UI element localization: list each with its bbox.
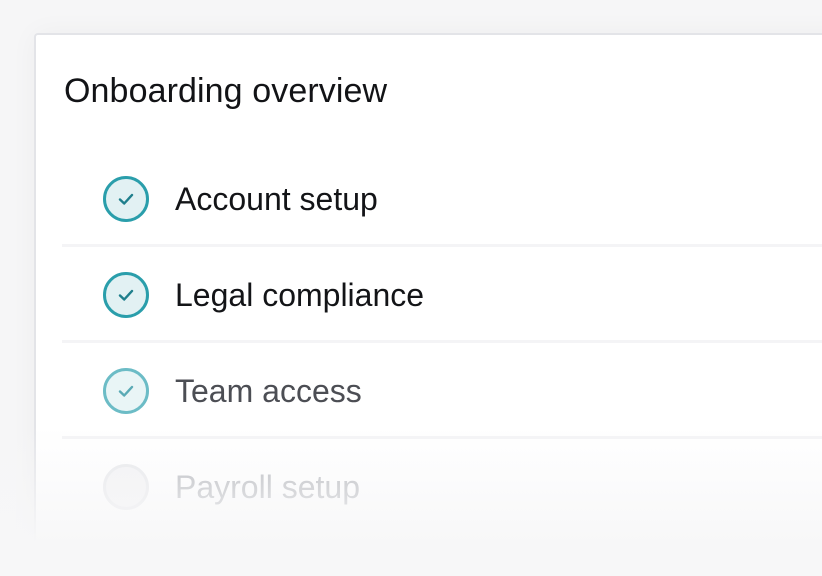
step-legal-compliance[interactable]: Legal compliance: [62, 247, 822, 343]
check-circle-icon: [103, 176, 149, 222]
step-payroll-setup[interactable]: Payroll setup: [62, 439, 822, 535]
step-label: Legal compliance: [175, 277, 425, 313]
step-label: Payroll setup: [175, 469, 360, 505]
step-list: Account setup Legal compliance Team acce…: [62, 151, 822, 535]
check-circle-icon: [103, 272, 149, 318]
screen: Onboarding overview Account setup Legal …: [0, 0, 822, 576]
card-title: Onboarding overview: [64, 72, 388, 110]
onboarding-card: Onboarding overview Account setup Legal …: [34, 33, 822, 553]
step-label: Team access: [175, 373, 362, 409]
step-team-access[interactable]: Team access: [62, 343, 822, 439]
check-circle-icon: [103, 368, 149, 414]
step-label: Account setup: [175, 181, 378, 217]
empty-circle-icon: [103, 464, 149, 510]
step-account-setup[interactable]: Account setup: [62, 151, 822, 247]
